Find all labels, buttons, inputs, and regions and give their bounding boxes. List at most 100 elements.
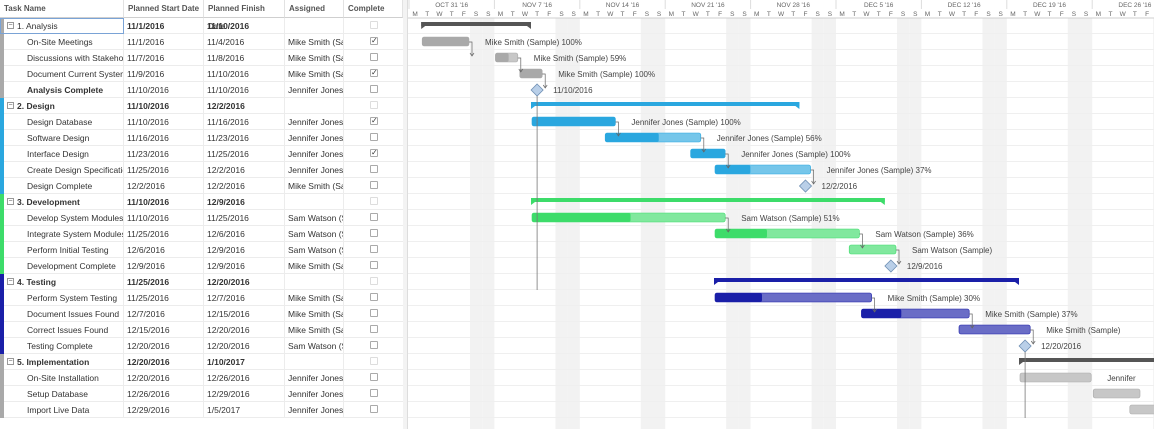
complete-checkbox[interactable] xyxy=(370,325,378,333)
table-row[interactable]: Interface Design 11/23/2016 11/25/2016 Jenn… xyxy=(0,146,403,162)
table-row[interactable]: Perform System Testing 11/25/2016 12/7/201… xyxy=(0,290,403,306)
cell-assigned[interactable]: Jennifer Jones xyxy=(285,146,344,162)
cell-assigned[interactable] xyxy=(285,18,344,34)
cell-finish[interactable]: 12/26/2016 xyxy=(204,370,285,386)
cell-start[interactable]: 11/7/2016 xyxy=(124,50,204,66)
table-row[interactable]: Setup Database 12/26/2016 12/29/2016 Jennif… xyxy=(0,386,403,402)
collapse-toggle-icon[interactable]: − xyxy=(7,358,14,365)
complete-checkbox[interactable] xyxy=(370,197,378,205)
cell-assigned[interactable] xyxy=(285,274,344,290)
cell-name[interactable]: Design Database xyxy=(0,114,124,130)
cell-name[interactable]: Document Current Systems xyxy=(0,66,124,82)
cell-assigned[interactable]: Jennifer Jones xyxy=(285,162,344,178)
table-row[interactable]: Import Live Data 12/29/2016 1/5/2017 Jennif… xyxy=(0,402,403,418)
cell-start[interactable]: 11/10/2016 xyxy=(124,194,204,210)
cell-finish[interactable]: 12/9/2016 xyxy=(204,194,285,210)
cell-name[interactable]: Interface Design xyxy=(0,146,124,162)
cell-name[interactable]: On-Site Meetings xyxy=(0,34,124,50)
cell-finish[interactable]: 12/2/2016 xyxy=(204,98,285,114)
cell-finish[interactable]: 11/4/2016 xyxy=(204,34,285,50)
complete-checkbox[interactable] xyxy=(370,213,378,221)
column-header-assigned[interactable]: Assigned xyxy=(285,0,344,18)
cell-finish[interactable]: 12/9/2016 xyxy=(204,242,285,258)
table-row[interactable]: Software Design 11/16/2016 11/23/2016 Jenni… xyxy=(0,130,403,146)
complete-checkbox[interactable]: ✓ xyxy=(370,117,378,125)
cell-start[interactable]: 11/16/2016 xyxy=(124,130,204,146)
cell-assigned[interactable]: Mike Smith (Sample) xyxy=(285,306,344,322)
cell-assigned[interactable]: Sam Watson (Sample) xyxy=(285,226,344,242)
cell-finish[interactable]: 11/10/2016 xyxy=(204,18,285,34)
cell-name[interactable]: Analysis Complete xyxy=(0,82,124,98)
cell-assigned[interactable]: Jennifer Jones xyxy=(285,114,344,130)
cell-finish[interactable]: 12/6/2016 xyxy=(204,226,285,242)
cell-finish[interactable]: 11/10/2016 xyxy=(204,66,285,82)
summary-row[interactable]: 5. Implementation 12/20/2016 1/10/2017 − xyxy=(0,354,403,370)
complete-checkbox[interactable]: ✓ xyxy=(370,149,378,157)
cell-finish[interactable]: 1/5/2017 xyxy=(204,402,285,418)
complete-checkbox[interactable] xyxy=(370,21,378,29)
table-row[interactable]: Document Current Systems 11/9/2016 11/10/2… xyxy=(0,66,403,82)
cell-finish[interactable]: 11/23/2016 xyxy=(204,130,285,146)
table-row[interactable]: Create Design Specification 11/25/2016 12/… xyxy=(0,162,403,178)
cell-finish[interactable]: 11/8/2016 xyxy=(204,50,285,66)
table-row[interactable]: Development Complete 12/9/2016 12/9/2016 Mi… xyxy=(0,258,403,274)
cell-finish[interactable]: 12/20/2016 xyxy=(204,322,285,338)
cell-name[interactable]: Correct Issues Found xyxy=(0,322,124,338)
cell-start[interactable]: 12/9/2016 xyxy=(124,258,204,274)
cell-name[interactable]: 3. Development xyxy=(0,194,124,210)
cell-assigned[interactable]: Mike Smith (Sample) xyxy=(285,34,344,50)
cell-finish[interactable]: 12/9/2016 xyxy=(204,258,285,274)
cell-start[interactable]: 12/15/2016 xyxy=(124,322,204,338)
collapse-toggle-icon[interactable]: − xyxy=(7,278,14,285)
cell-finish[interactable]: 12/20/2016 xyxy=(204,274,285,290)
cell-start[interactable]: 11/9/2016 xyxy=(124,66,204,82)
complete-checkbox[interactable] xyxy=(370,165,378,173)
cell-start[interactable]: 12/26/2016 xyxy=(124,386,204,402)
complete-checkbox[interactable] xyxy=(370,261,378,269)
cell-finish[interactable]: 1/10/2017 xyxy=(204,354,285,370)
cell-start[interactable]: 12/29/2016 xyxy=(124,402,204,418)
cell-assigned[interactable]: Jennifer Jones xyxy=(285,82,344,98)
column-header-start[interactable]: Planned Start Date xyxy=(124,0,204,18)
cell-assigned[interactable]: Mike Smith (Sample) xyxy=(285,290,344,306)
collapse-toggle-icon[interactable]: − xyxy=(7,22,14,29)
collapse-toggle-icon[interactable]: − xyxy=(7,102,14,109)
cell-finish[interactable]: 12/20/2016 xyxy=(204,338,285,354)
cell-assigned[interactable]: Jennifer Jones xyxy=(285,402,344,418)
collapse-toggle-icon[interactable]: − xyxy=(7,198,14,205)
cell-name[interactable]: Perform Initial Testing xyxy=(0,242,124,258)
cell-start[interactable]: 11/25/2016 xyxy=(124,162,204,178)
summary-row[interactable]: 3. Development 11/10/2016 12/9/2016 − xyxy=(0,194,403,210)
complete-checkbox[interactable] xyxy=(370,245,378,253)
cell-assigned[interactable]: Sam Watson (Sample) xyxy=(285,242,344,258)
cell-name[interactable]: 2. Design xyxy=(0,98,124,114)
table-row[interactable]: Design Complete 12/2/2016 12/2/2016 Mike Sm… xyxy=(0,178,403,194)
table-row[interactable]: Document Issues Found 12/7/2016 12/15/2016… xyxy=(0,306,403,322)
cell-finish[interactable]: 12/2/2016 xyxy=(204,162,285,178)
complete-checkbox[interactable] xyxy=(370,373,378,381)
complete-checkbox[interactable] xyxy=(370,277,378,285)
cell-start[interactable]: 11/23/2016 xyxy=(124,146,204,162)
cell-name[interactable]: Perform System Testing xyxy=(0,290,124,306)
cell-name[interactable]: Integrate System Modules xyxy=(0,226,124,242)
cell-start[interactable]: 12/20/2016 xyxy=(124,354,204,370)
column-header-complete[interactable]: Complete xyxy=(344,0,403,18)
column-header-task-name[interactable]: Task Name xyxy=(0,0,124,18)
cell-start[interactable]: 12/2/2016 xyxy=(124,178,204,194)
table-row[interactable]: Discussions with Stakeholders11/7/2016 11… xyxy=(0,50,403,66)
cell-name[interactable]: 5. Implementation xyxy=(0,354,124,370)
cell-start[interactable]: 11/10/2016 xyxy=(124,114,204,130)
cell-name[interactable]: Development Complete xyxy=(0,258,124,274)
cell-name[interactable]: Software Design xyxy=(0,130,124,146)
table-row[interactable]: On-Site Installation 12/20/2016 12/26/2016… xyxy=(0,370,403,386)
cell-start[interactable]: 12/7/2016 xyxy=(124,306,204,322)
cell-assigned[interactable]: Sam Watson (Sample) xyxy=(285,338,344,354)
complete-checkbox[interactable]: ✓ xyxy=(370,69,378,77)
cell-assigned[interactable] xyxy=(285,354,344,370)
table-row[interactable]: Perform Initial Testing 12/6/2016 12/9/201… xyxy=(0,242,403,258)
cell-assigned[interactable]: Mike Smith (Sample) xyxy=(285,322,344,338)
cell-name[interactable]: Testing Complete xyxy=(0,338,124,354)
cell-name[interactable]: 4. Testing xyxy=(0,274,124,290)
cell-assigned[interactable]: Mike Smith (Sample) xyxy=(285,50,344,66)
cell-assigned[interactable] xyxy=(285,194,344,210)
